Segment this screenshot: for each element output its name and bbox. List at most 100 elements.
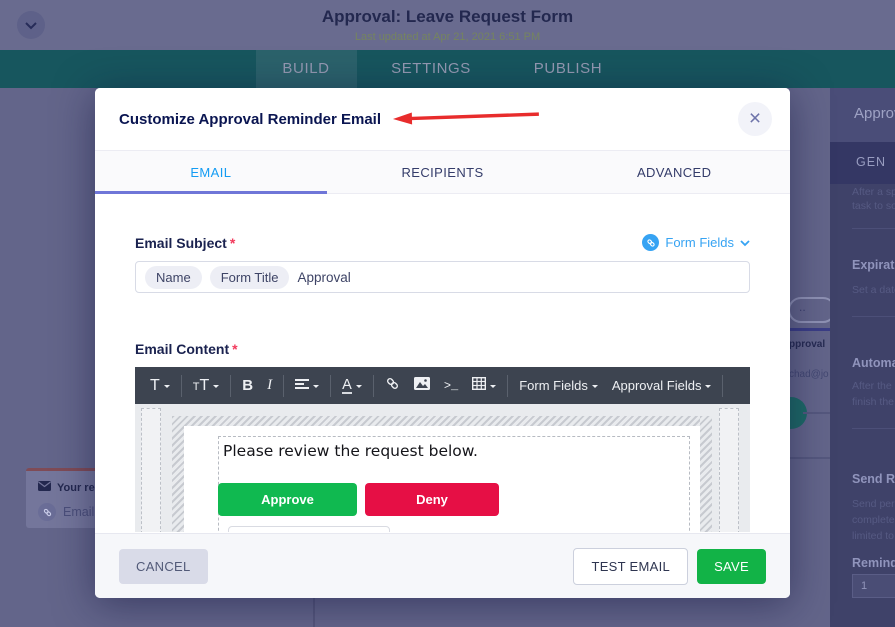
editor-hatch-left bbox=[172, 416, 184, 532]
sidebar-desc-line: Send perio bbox=[852, 498, 895, 510]
editor-margin-strip-right bbox=[719, 408, 739, 532]
bold-button[interactable]: B bbox=[235, 373, 260, 399]
align-icon bbox=[295, 378, 310, 394]
caret-down-icon bbox=[313, 384, 320, 391]
terminal-icon: >_ bbox=[443, 378, 459, 393]
editor-toolbar: T TT B I A >_ Form Fields Approval Field… bbox=[135, 367, 750, 404]
italic-button[interactable]: I bbox=[260, 373, 279, 399]
flow-node-pill bbox=[788, 297, 836, 323]
app-stage: Approval: Leave Request Form Last update… bbox=[0, 0, 895, 627]
caret-down-icon bbox=[705, 384, 712, 391]
subject-text: Approval bbox=[297, 269, 351, 285]
sidebar-divider bbox=[852, 316, 895, 317]
font-color-button[interactable]: A bbox=[335, 373, 369, 399]
required-asterisk: * bbox=[232, 341, 238, 357]
insert-link-button[interactable] bbox=[378, 373, 407, 399]
required-asterisk: * bbox=[229, 234, 236, 251]
deny-button[interactable]: Deny bbox=[365, 483, 499, 516]
editor-body-text[interactable]: Please review the request below. bbox=[223, 442, 478, 460]
email-subject-label: Email Subject * bbox=[135, 235, 235, 251]
caret-down-icon bbox=[490, 384, 497, 391]
email-content-label: Email Content * bbox=[135, 341, 750, 357]
flow-vertical-connector bbox=[313, 598, 315, 627]
form-fields-link-label: Form Fields bbox=[665, 235, 734, 250]
font-size-small-glyph: T bbox=[192, 381, 200, 393]
chevron-down-icon bbox=[740, 235, 750, 250]
sidebar-automation-title: Automat bbox=[852, 356, 895, 370]
approval-fields-dropdown[interactable]: Approval Fields bbox=[605, 373, 719, 399]
page-title: Approval: Leave Request Form bbox=[321, 7, 574, 26]
caret-down-icon bbox=[213, 384, 220, 391]
editor-partial-element bbox=[228, 526, 390, 532]
form-fields-dropdown[interactable]: Form Fields bbox=[512, 373, 605, 399]
sidebar-send-reminder-title: Send Rem bbox=[852, 472, 895, 486]
modal-footer: CANCEL TEST EMAIL SAVE bbox=[95, 533, 790, 598]
approval-properties-sidebar: Approv GEN After a spe task to som Expir… bbox=[830, 88, 895, 627]
font-color-glyph: A bbox=[342, 376, 352, 394]
test-email-button[interactable]: TEST EMAIL bbox=[573, 547, 689, 585]
nav-bar: BUILD SETTINGS PUBLISH bbox=[0, 50, 895, 88]
caret-down-icon bbox=[591, 384, 598, 391]
form-fields-dropdown-label: Form Fields bbox=[519, 378, 588, 393]
font-size-big-glyph: T bbox=[199, 376, 210, 394]
flow-card-accent-line bbox=[788, 328, 830, 331]
image-icon bbox=[413, 377, 430, 394]
font-size-button[interactable]: TT bbox=[186, 373, 227, 399]
sidebar-divider bbox=[852, 428, 895, 429]
toolbar-separator bbox=[330, 374, 332, 397]
toolbar-separator bbox=[507, 374, 509, 397]
modal-header: Customize Approval Reminder Email × bbox=[95, 88, 790, 150]
sidebar-title: Approv bbox=[854, 105, 895, 122]
sidebar-expiration-title: Expiratio bbox=[852, 258, 895, 272]
insert-image-button[interactable] bbox=[407, 373, 437, 399]
font-family-button[interactable]: T bbox=[143, 373, 177, 399]
sidebar-desc-line: complete t bbox=[852, 514, 895, 526]
nav-tab-settings[interactable]: SETTINGS bbox=[391, 50, 471, 88]
sidebar-desc-line: finish the ta bbox=[852, 396, 895, 408]
toolbar-separator bbox=[180, 374, 182, 397]
last-updated-text: Last updated at Apr 21, 2021 6:51 PM bbox=[354, 31, 541, 43]
close-icon[interactable]: × bbox=[738, 102, 772, 136]
approve-button[interactable]: Approve bbox=[218, 483, 357, 516]
cancel-button[interactable]: CANCEL bbox=[119, 548, 208, 584]
customize-reminder-email-modal: Customize Approval Reminder Email × EMAI… bbox=[95, 88, 790, 598]
align-button[interactable] bbox=[288, 373, 326, 399]
sidebar-desc-line: Set a date bbox=[852, 284, 895, 296]
modal-title: Customize Approval Reminder Email bbox=[119, 110, 382, 128]
subject-chip-form-title[interactable]: Form Title bbox=[209, 265, 290, 289]
sidebar-tab-general[interactable]: GEN bbox=[856, 155, 886, 169]
remind-after-input[interactable]: 1 bbox=[852, 574, 895, 598]
link-icon bbox=[38, 503, 56, 521]
toolbar-separator bbox=[372, 374, 374, 397]
pencil-icon bbox=[642, 234, 660, 251]
flow-node-pill-dots: .. bbox=[799, 300, 806, 314]
sidebar-divider bbox=[852, 228, 895, 229]
modal-body: Email Subject * Form Fields Name Form Tit… bbox=[95, 194, 790, 533]
red-annotation-arrow-icon bbox=[392, 107, 541, 132]
toolbar-separator bbox=[283, 374, 285, 397]
flow-divider-line bbox=[788, 457, 830, 459]
nav-tab-build[interactable]: BUILD bbox=[282, 50, 329, 88]
flow-connector-line bbox=[803, 412, 830, 414]
subject-chip-name[interactable]: Name bbox=[145, 265, 202, 289]
tab-email[interactable]: EMAIL bbox=[95, 151, 327, 194]
editor-hatch-right bbox=[700, 416, 712, 532]
email-subject-input[interactable]: Name Form Title Approval bbox=[135, 261, 750, 293]
nav-tab-publish[interactable]: PUBLISH bbox=[534, 50, 602, 88]
form-fields-link[interactable]: Form Fields bbox=[642, 234, 750, 251]
save-button[interactable]: SAVE bbox=[697, 548, 766, 584]
email-content-editor: T TT B I A >_ Form Fields Approval Field… bbox=[135, 367, 750, 532]
tab-recipients[interactable]: RECIPIENTS bbox=[327, 151, 559, 193]
editor-margin-strip-left bbox=[141, 408, 161, 532]
insert-table-button[interactable] bbox=[465, 373, 503, 399]
flow-email-card-chip: Email bbox=[63, 505, 95, 519]
email-content-label-text: Email Content bbox=[135, 341, 230, 357]
editor-canvas[interactable]: Please review the request below. Approve… bbox=[135, 404, 750, 532]
tab-advanced[interactable]: ADVANCED bbox=[558, 151, 790, 193]
table-icon bbox=[472, 376, 487, 394]
sidebar-desc-line: task to som bbox=[852, 200, 895, 212]
code-button[interactable]: >_ bbox=[437, 373, 465, 399]
app-header: Approval: Leave Request Form Last update… bbox=[0, 0, 895, 50]
modal-tab-bar: EMAIL RECIPIENTS ADVANCED bbox=[95, 150, 790, 194]
approval-fields-dropdown-label: Approval Fields bbox=[611, 378, 702, 393]
